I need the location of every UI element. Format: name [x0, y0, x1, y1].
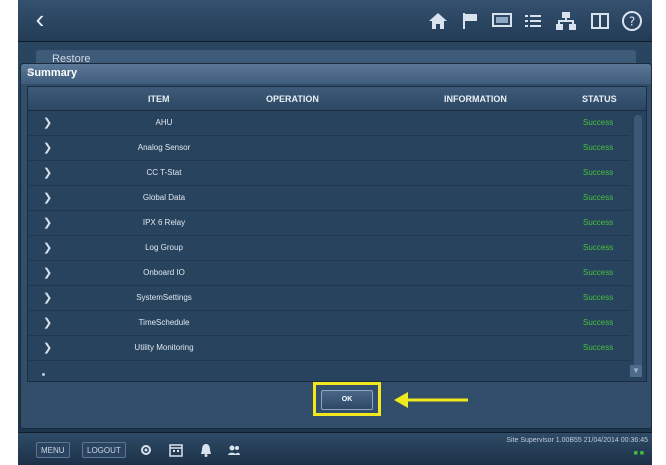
row-status: Success — [583, 343, 614, 352]
table-row[interactable]: ❯ Analog Sensor Success — [28, 136, 630, 161]
row-status: Success — [583, 143, 614, 152]
more-rows-indicator — [42, 373, 45, 376]
row-item: TimeSchedule — [138, 318, 190, 327]
expand-chevron-icon[interactable]: ❯ — [43, 166, 52, 179]
alarm-bell-icon[interactable] — [198, 442, 214, 458]
table-scrollbar[interactable] — [634, 115, 642, 371]
row-status: Success — [583, 318, 614, 327]
help-icon[interactable]: ? — [620, 9, 644, 33]
row-item: Global Data — [142, 193, 186, 202]
row-item: SystemSettings — [136, 293, 192, 302]
row-status: Success — [583, 193, 614, 202]
calendar-icon[interactable] — [168, 442, 184, 458]
back-button[interactable]: ‹ — [24, 4, 56, 36]
row-status: Success — [583, 268, 614, 277]
scroll-down-icon[interactable]: ▼ — [630, 365, 642, 377]
row-item: IPX 6 Relay — [142, 218, 186, 227]
expand-chevron-icon[interactable]: ❯ — [43, 116, 52, 129]
site-info-text: Site Supervisor 1.00B55 21/04/2014 00:36… — [506, 437, 648, 444]
logout-button[interactable]: LOGOUT — [82, 442, 126, 458]
row-status: Success — [583, 168, 614, 177]
annotation-arrow-icon — [394, 392, 468, 408]
expand-chevron-icon[interactable]: ❯ — [43, 341, 52, 354]
flag-icon[interactable] — [458, 9, 482, 33]
table-row[interactable]: ❯ TimeSchedule Success — [28, 311, 630, 336]
column-header-status: STATUS — [582, 94, 617, 104]
ok-button[interactable]: OK — [321, 390, 373, 410]
table-row[interactable]: ❯ AHU Success — [28, 111, 630, 136]
dialog-title-bar: Summary × — [21, 64, 651, 84]
column-header-information: INFORMATION — [444, 94, 507, 104]
network-icon[interactable] — [554, 9, 578, 33]
expand-chevron-icon[interactable]: ❯ — [43, 316, 52, 329]
summary-table: ITEM OPERATION INFORMATION STATUS ❯ AHU … — [27, 86, 647, 382]
expand-chevron-icon[interactable]: ❯ — [43, 266, 52, 279]
settings-icon[interactable] — [138, 442, 154, 458]
row-status: Success — [583, 243, 614, 252]
monitor-icon[interactable] — [490, 9, 514, 33]
expand-chevron-icon[interactable]: ❯ — [43, 291, 52, 304]
expand-chevron-icon[interactable]: ❯ — [43, 216, 52, 229]
expand-chevron-icon[interactable]: ❯ — [43, 191, 52, 204]
table-row[interactable]: ❯ Log Group Success — [28, 236, 630, 261]
status-indicator: ■ ■ — [633, 450, 644, 457]
expand-chevron-icon[interactable]: ❯ — [43, 241, 52, 254]
table-row[interactable]: ❯ SystemSettings Success — [28, 286, 630, 311]
book-icon[interactable] — [588, 9, 612, 33]
row-item: Log Group — [145, 243, 183, 252]
table-row[interactable]: ❯ Global Data Success — [28, 186, 630, 211]
row-item: Analog Sensor — [137, 143, 191, 152]
menu-button[interactable]: MENU — [36, 442, 70, 458]
row-status: Success — [583, 218, 614, 227]
home-icon[interactable] — [426, 9, 450, 33]
list-icon[interactable] — [521, 9, 545, 33]
column-header-operation: OPERATION — [266, 94, 319, 104]
table-row[interactable]: ❯ CC T-Stat Success — [28, 161, 630, 186]
table-header: ITEM OPERATION INFORMATION STATUS — [28, 87, 646, 111]
column-header-item: ITEM — [148, 94, 170, 104]
table-row[interactable]: ❯ Utility Monitoring Success — [28, 336, 630, 361]
svg-text:?: ? — [629, 15, 635, 29]
close-icon[interactable]: × — [27, 67, 645, 77]
summary-dialog: Summary × ITEM OPERATION INFORMATION STA… — [20, 63, 652, 429]
table-row[interactable]: ❯ Onboard IO Success — [28, 261, 630, 286]
row-status: Success — [583, 293, 614, 302]
row-item: AHU — [155, 118, 173, 127]
row-item: CC T-Stat — [146, 168, 182, 177]
users-icon[interactable] — [226, 442, 242, 458]
bottom-bar: MENU LOGOUT Site Supervisor 1.00B55 21/0… — [18, 432, 652, 465]
row-status: Success — [583, 118, 614, 127]
row-item: Onboard IO — [143, 268, 185, 277]
expand-chevron-icon[interactable]: ❯ — [43, 141, 52, 154]
top-toolbar: ‹ ? — [18, 0, 652, 42]
table-row[interactable]: ❯ IPX 6 Relay Success — [28, 211, 630, 236]
row-item: Utility Monitoring — [134, 343, 194, 352]
